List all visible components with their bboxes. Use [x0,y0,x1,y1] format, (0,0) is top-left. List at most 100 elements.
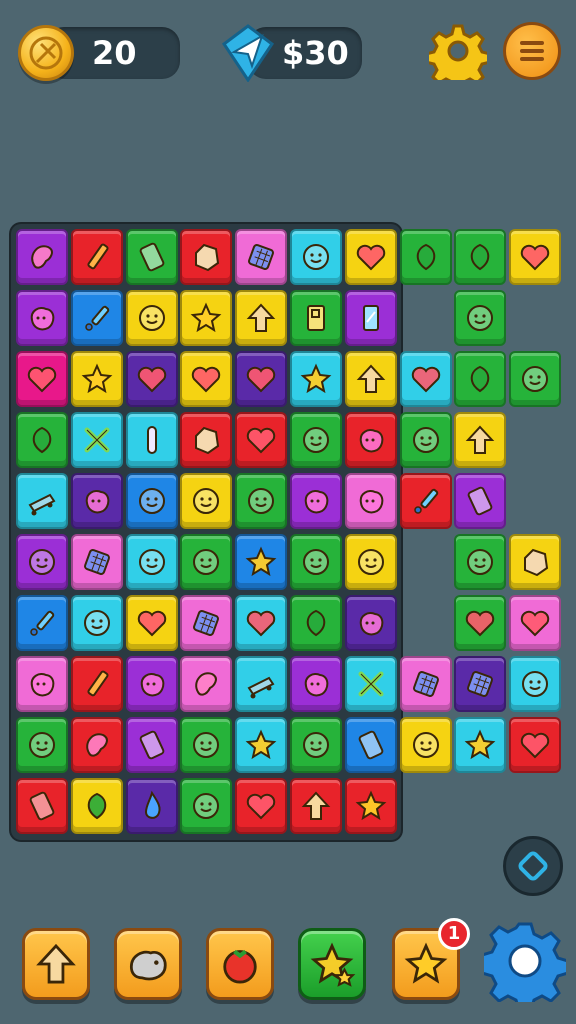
tile-rock[interactable] [509,534,562,590]
tile-smiley[interactable] [180,778,233,834]
tile-leaf[interactable] [454,351,507,407]
powerup-stars-button[interactable] [298,928,366,1000]
tile-arrow[interactable] [344,351,397,407]
tile-smiley[interactable] [125,473,178,529]
tile-smiley[interactable] [509,351,562,407]
tile-heart[interactable] [125,351,178,407]
tile-heart[interactable] [454,595,507,651]
tile-smiley[interactable] [399,717,452,773]
tile-leaf[interactable] [454,229,507,285]
tile-smiley[interactable] [180,717,233,773]
tile-dropper[interactable] [399,473,452,529]
tile-waffle[interactable] [180,595,233,651]
tile-domino[interactable] [344,717,397,773]
tile-x-bars[interactable] [70,412,123,468]
tile-smiley[interactable] [70,595,123,651]
tile-arrow[interactable] [235,290,288,346]
tile-heart[interactable] [509,595,562,651]
settings-button[interactable] [424,22,492,92]
tile-arrow[interactable] [454,412,507,468]
tile-smiley[interactable] [180,534,233,590]
tile-drop[interactable] [125,778,178,834]
tile-smiley[interactable] [235,473,288,529]
tile-star[interactable] [344,778,397,834]
tile-heart[interactable] [235,351,288,407]
tile-skate[interactable] [16,473,68,529]
tile-blob[interactable] [70,473,123,529]
tile-smiley[interactable] [290,534,342,590]
tile-pencil[interactable] [70,229,123,285]
tile-smiley[interactable] [16,534,68,590]
tile-leaf[interactable] [399,229,452,285]
tile-domino[interactable] [16,778,68,834]
tile-smiley[interactable] [180,473,233,529]
tile-smiley[interactable] [509,656,562,712]
tile-p-block[interactable] [290,290,342,346]
powerup-arrow-button[interactable] [22,928,90,1000]
tile-star[interactable] [235,534,288,590]
shuffle-button[interactable] [503,836,563,896]
tile-heart[interactable] [125,595,178,651]
tile-smiley[interactable] [290,229,342,285]
tile-smiley[interactable] [454,290,507,346]
tile-heart[interactable] [235,595,288,651]
tile-heart[interactable] [344,229,397,285]
tile-heart[interactable] [16,351,68,407]
tile-domino[interactable] [125,229,178,285]
tile-x-bars[interactable] [344,656,397,712]
tile-star[interactable] [290,351,342,407]
heart-icon [520,610,550,637]
tile-blob[interactable] [344,412,397,468]
tile-smiley[interactable] [16,717,68,773]
tile-star[interactable] [454,717,507,773]
tile-heart[interactable] [399,351,452,407]
tile-star[interactable] [70,351,123,407]
tile-blob[interactable] [344,595,397,651]
powerup-animal-button[interactable] [114,928,182,1000]
tile-smiley[interactable] [290,412,342,468]
tile-rock[interactable] [180,229,233,285]
tile-blob[interactable] [290,656,342,712]
tile-star[interactable] [235,717,288,773]
tile-domino[interactable] [125,717,178,773]
tile-domino[interactable] [454,473,507,529]
tile-bean[interactable] [16,229,68,285]
tile-waffle[interactable] [399,656,452,712]
tile-leaf[interactable] [16,412,68,468]
tile-heart[interactable] [509,717,562,773]
tile-leaf[interactable] [290,595,342,651]
tile-skate[interactable] [235,656,288,712]
tile-waffle[interactable] [70,534,123,590]
tile-leaf[interactable] [70,778,123,834]
powerup-tomato-button[interactable] [206,928,274,1000]
cog-button[interactable] [480,920,570,1012]
tile-bean[interactable] [180,656,233,712]
tile-smiley[interactable] [125,290,178,346]
tile-rock[interactable] [180,412,233,468]
tile-blob[interactable] [290,473,342,529]
tile-dropper[interactable] [70,290,123,346]
tile-pencil[interactable] [70,656,123,712]
tile-smiley[interactable] [399,412,452,468]
tile-blob[interactable] [16,656,68,712]
tile-waffle[interactable] [454,656,507,712]
tile-bar[interactable] [125,412,178,468]
tile-smiley[interactable] [454,534,507,590]
tile-arrow[interactable] [290,778,342,834]
tile-heart[interactable] [235,778,288,834]
tile-star[interactable] [180,290,233,346]
tile-heart[interactable] [180,351,233,407]
tile-smiley[interactable] [125,534,178,590]
tile-bean[interactable] [70,717,123,773]
tile-waffle[interactable] [235,229,288,285]
menu-button[interactable] [503,22,561,80]
tile-glass[interactable] [344,290,397,346]
tile-smiley[interactable] [344,534,397,590]
tile-heart[interactable] [509,229,562,285]
tile-blob[interactable] [16,290,68,346]
tile-smiley[interactable] [290,717,342,773]
tile-blob[interactable] [125,656,178,712]
tile-heart[interactable] [235,412,288,468]
tile-dropper[interactable] [16,595,68,651]
tile-blob[interactable] [344,473,397,529]
